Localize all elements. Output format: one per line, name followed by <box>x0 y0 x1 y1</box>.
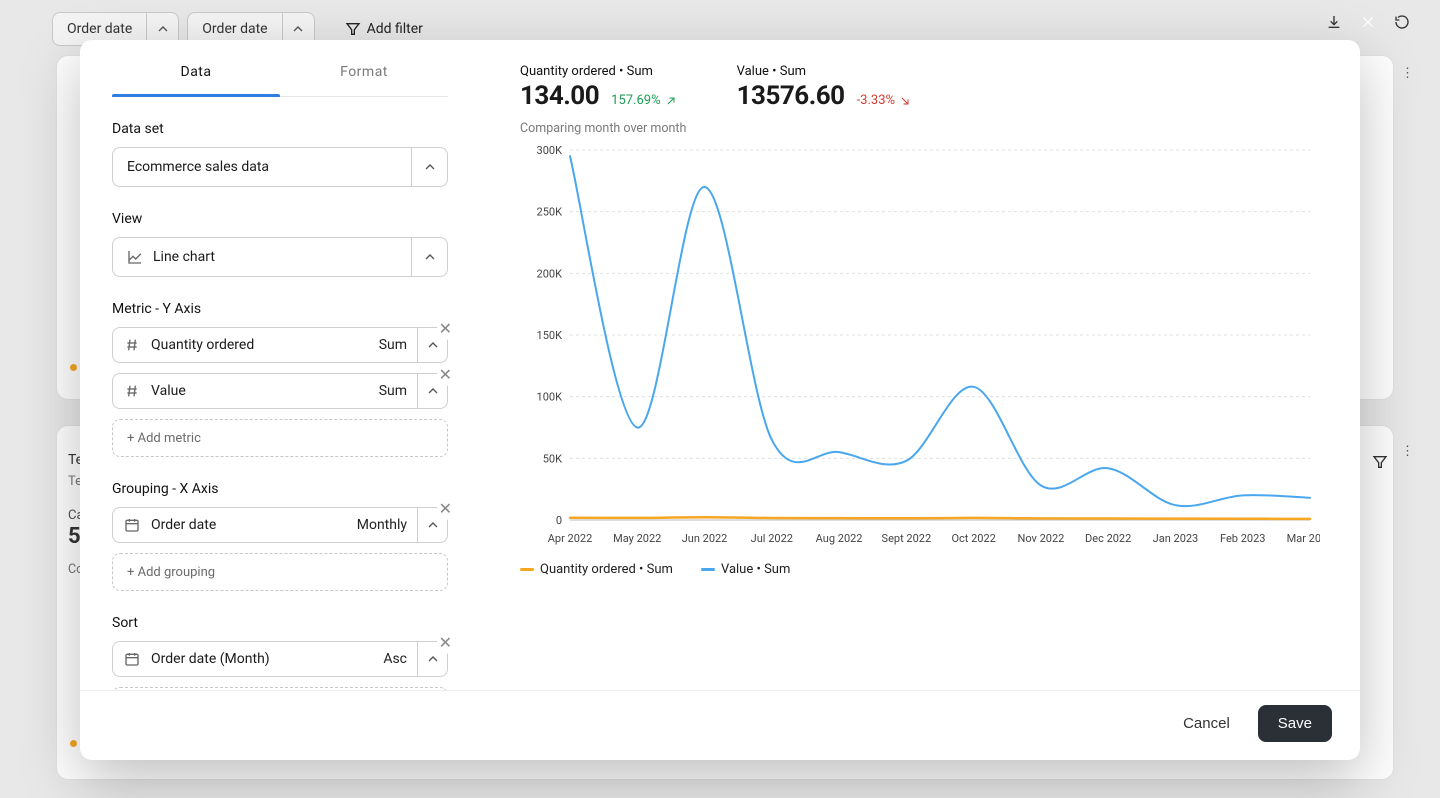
metric-row[interactable]: Quantity ordered Sum <box>112 327 448 363</box>
svg-text:200K: 200K <box>537 267 563 280</box>
refresh-icon[interactable] <box>1394 14 1410 34</box>
dataset-select[interactable]: Ecommerce sales data <box>112 147 448 187</box>
chevron-up-icon <box>411 238 447 276</box>
legend-swatch-icon <box>701 568 715 571</box>
config-panel: Data Format Data set Ecommerce sales dat… <box>80 40 480 690</box>
remove-grouping-button[interactable]: ✕ <box>437 497 454 520</box>
filter-icon <box>345 21 361 37</box>
svg-text:250K: 250K <box>537 206 563 219</box>
legend-swatch-icon <box>520 568 534 571</box>
svg-text:50K: 50K <box>543 452 562 465</box>
legend-dot-icon <box>70 364 77 371</box>
grouping-label: Grouping - X Axis <box>112 481 448 497</box>
more-icon[interactable]: ⋮ <box>1401 444 1414 459</box>
svg-text:Apr 2022: Apr 2022 <box>548 532 593 545</box>
sort-row[interactable]: Order date (Month) Asc <box>112 641 448 677</box>
kpi-value: Value • Sum 13576.60 -3.33% <box>737 64 911 111</box>
tab-format[interactable]: Format <box>280 50 448 96</box>
view-label: View <box>112 211 448 227</box>
svg-text:Feb 2023: Feb 2023 <box>1220 532 1265 545</box>
kpi-quantity: Quantity ordered • Sum 134.00 157.69% <box>520 64 677 111</box>
svg-text:Oct 2022: Oct 2022 <box>951 532 995 545</box>
download-icon[interactable] <box>1326 14 1342 34</box>
number-icon <box>113 383 151 399</box>
dataset-label: Data set <box>112 121 448 137</box>
close-icon[interactable] <box>1360 14 1376 34</box>
arrow-down-right-icon <box>899 95 911 107</box>
svg-text:Jan 2023: Jan 2023 <box>1153 532 1199 545</box>
compare-note: Comparing month over month <box>520 121 1320 136</box>
add-metric-button[interactable]: + Add metric <box>112 419 448 457</box>
add-sort-button[interactable]: + Add sort <box>112 687 448 690</box>
metric-row[interactable]: Value Sum <box>112 373 448 409</box>
preview-panel: Quantity ordered • Sum 134.00 157.69% Va… <box>480 40 1360 690</box>
svg-text:May 2022: May 2022 <box>613 532 661 545</box>
number-icon <box>113 337 151 353</box>
svg-text:Mar 2023: Mar 2023 <box>1287 532 1320 545</box>
line-chart: 0 50K 100K 150K 200K 250K 300K Apr 2022 May 2022… <box>520 140 1320 560</box>
line-chart-icon <box>127 249 143 265</box>
sort-label: Sort <box>112 615 448 631</box>
grouping-row[interactable]: Order date Monthly <box>112 507 448 543</box>
remove-sort-button[interactable]: ✕ <box>437 631 454 654</box>
add-filter-button[interactable]: Add filter <box>345 21 423 37</box>
filter-icon[interactable] <box>1372 454 1388 474</box>
svg-text:Nov 2022: Nov 2022 <box>1017 532 1064 545</box>
chart-config-modal: Data Format Data set Ecommerce sales dat… <box>80 40 1360 760</box>
metric-label: Metric - Y Axis <box>112 301 448 317</box>
more-icon[interactable]: ⋮ <box>1401 66 1414 81</box>
calendar-icon <box>113 517 151 533</box>
remove-metric-button[interactable]: ✕ <box>437 363 454 386</box>
cancel-button[interactable]: Cancel <box>1173 707 1240 740</box>
remove-metric-button[interactable]: ✕ <box>437 317 454 340</box>
svg-text:Jul 2022: Jul 2022 <box>751 532 793 545</box>
svg-text:150K: 150K <box>537 329 563 342</box>
chevron-up-icon <box>411 148 447 186</box>
svg-text:Aug 2022: Aug 2022 <box>816 532 863 545</box>
svg-text:100K: 100K <box>537 391 563 404</box>
svg-text:Sept 2022: Sept 2022 <box>882 532 932 545</box>
svg-text:0: 0 <box>556 514 562 527</box>
save-button[interactable]: Save <box>1258 705 1332 742</box>
calendar-icon <box>113 651 151 667</box>
modal-footer: Cancel Save <box>80 690 1360 760</box>
view-select[interactable]: Line chart <box>112 237 448 277</box>
add-grouping-button[interactable]: + Add grouping <box>112 553 448 591</box>
tab-data[interactable]: Data <box>112 50 280 96</box>
chart-legend: Quantity ordered • Sum Value • Sum <box>520 562 1320 577</box>
arrow-up-right-icon <box>665 95 677 107</box>
svg-text:300K: 300K <box>537 144 563 157</box>
svg-text:Jun 2022: Jun 2022 <box>682 532 728 545</box>
legend-dot-icon <box>70 740 77 747</box>
svg-text:Dec 2022: Dec 2022 <box>1085 532 1131 545</box>
